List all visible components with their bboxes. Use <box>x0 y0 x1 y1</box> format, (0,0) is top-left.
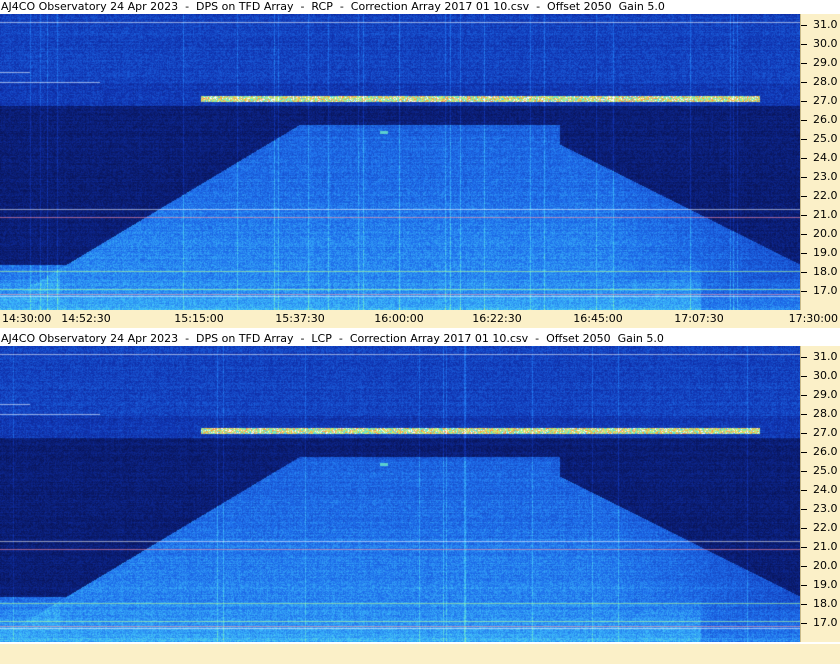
freq-tick <box>801 471 807 472</box>
freq-tick <box>801 414 807 415</box>
freq-label: 19.0 <box>813 246 838 259</box>
time-label: 16:22:30 <box>472 312 522 325</box>
freq-label: 29.0 <box>813 56 838 69</box>
freq-label: 18.0 <box>813 597 838 610</box>
freq-tick <box>801 253 807 254</box>
freq-tick <box>801 101 807 102</box>
freq-tick <box>801 566 807 567</box>
freq-label: 25.0 <box>813 464 838 477</box>
time-label: 14:52:30 <box>61 312 111 325</box>
time-label: 17:07:30 <box>674 312 724 325</box>
time-label: 17:30:00 <box>788 312 838 325</box>
freq-label: 27.0 <box>813 94 838 107</box>
freq-tick <box>801 395 807 396</box>
freq-label: 22.0 <box>813 189 838 202</box>
freq-label: 17.0 <box>813 284 838 297</box>
freq-tick <box>801 433 807 434</box>
freq-label: 20.0 <box>813 559 838 572</box>
rcp-spectrogram <box>0 14 800 310</box>
freq-label: 22.0 <box>813 521 838 534</box>
time-axis: 14:30:00 14:52:30 15:15:00 15:37:30 16:00:00… <box>0 310 840 328</box>
freq-tick <box>801 196 807 197</box>
freq-label: 31.0 <box>813 18 838 31</box>
freq-label: 31.0 <box>813 350 838 363</box>
freq-label: 17.0 <box>813 616 838 629</box>
freq-tick <box>801 158 807 159</box>
freq-tick <box>801 490 807 491</box>
freq-tick <box>801 604 807 605</box>
freq-tick <box>801 376 807 377</box>
freq-tick <box>801 177 807 178</box>
freq-tick <box>801 44 807 45</box>
freq-tick <box>801 234 807 235</box>
lcp-panel-title: AJ4CO Observatory 24 Apr 2023 - DPS on T… <box>0 332 840 346</box>
freq-tick <box>801 528 807 529</box>
lcp-panel: AJ4CO Observatory 24 Apr 2023 - DPS on T… <box>0 332 840 644</box>
freq-tick <box>801 215 807 216</box>
freq-tick <box>801 547 807 548</box>
time-label: 15:37:30 <box>275 312 325 325</box>
rcp-panel-title: AJ4CO Observatory 24 Apr 2023 - DPS on T… <box>0 0 840 14</box>
freq-label: 23.0 <box>813 502 838 515</box>
freq-label: 27.0 <box>813 426 838 439</box>
freq-label: 20.0 <box>813 227 838 240</box>
rcp-frequency-axis: 31.0 30.0 29.0 28.0 27.0 26.0 25.0 24.0 23.0 22.0… <box>800 14 840 310</box>
rcp-panel: AJ4CO Observatory 24 Apr 2023 - DPS on T… <box>0 0 840 328</box>
freq-tick <box>801 452 807 453</box>
freq-tick <box>801 120 807 121</box>
freq-tick <box>801 272 807 273</box>
freq-label: 30.0 <box>813 37 838 50</box>
time-label: 16:00:00 <box>374 312 424 325</box>
freq-label: 26.0 <box>813 113 838 126</box>
freq-label: 18.0 <box>813 265 838 278</box>
bottom-strip <box>0 644 840 664</box>
time-label: 14:30:00 <box>2 312 52 325</box>
freq-label: 30.0 <box>813 369 838 382</box>
freq-tick <box>801 63 807 64</box>
freq-label: 26.0 <box>813 445 838 458</box>
freq-label: 28.0 <box>813 75 838 88</box>
freq-label: 24.0 <box>813 151 838 164</box>
freq-label: 28.0 <box>813 407 838 420</box>
freq-label: 24.0 <box>813 483 838 496</box>
freq-label: 29.0 <box>813 388 838 401</box>
time-label: 15:15:00 <box>174 312 224 325</box>
freq-label: 19.0 <box>813 578 838 591</box>
freq-tick <box>801 585 807 586</box>
freq-label: 21.0 <box>813 208 838 221</box>
freq-tick <box>801 82 807 83</box>
time-label: 16:45:00 <box>573 312 623 325</box>
lcp-frequency-axis: 31.0 30.0 29.0 28.0 27.0 26.0 25.0 24.0 23.0 22.0… <box>800 346 840 642</box>
freq-tick <box>801 25 807 26</box>
lcp-spectrogram <box>0 346 800 642</box>
freq-tick <box>801 623 807 624</box>
freq-tick <box>801 139 807 140</box>
freq-label: 25.0 <box>813 132 838 145</box>
freq-tick <box>801 291 807 292</box>
freq-tick <box>801 357 807 358</box>
freq-label: 23.0 <box>813 170 838 183</box>
freq-tick <box>801 509 807 510</box>
freq-label: 21.0 <box>813 540 838 553</box>
